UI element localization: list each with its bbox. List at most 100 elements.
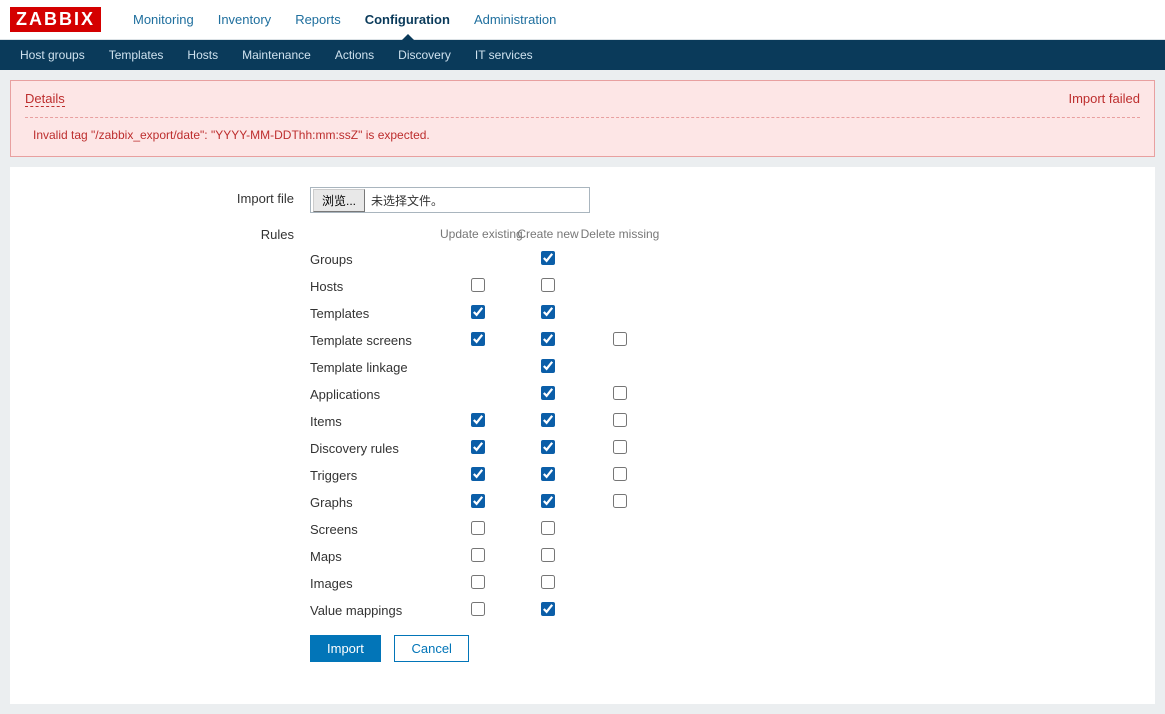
checkbox-discovery-rules-delete[interactable]	[613, 440, 627, 454]
file-input[interactable]: 浏览... 未选择文件。	[310, 187, 590, 213]
rules-header: Delete missing	[580, 227, 660, 241]
rules-header: Create new	[516, 227, 580, 241]
rules-cell	[516, 278, 580, 295]
rules-cell	[516, 575, 580, 592]
file-none-text: 未选择文件。	[367, 192, 443, 209]
checkbox-discovery-rules-create[interactable]	[541, 440, 555, 454]
rules-cell	[440, 413, 516, 430]
message-title[interactable]: Details	[25, 91, 65, 107]
subnav-item-host-groups[interactable]: Host groups	[8, 40, 97, 70]
button-row: Import Cancel	[310, 635, 660, 662]
checkbox-templates-create[interactable]	[541, 305, 555, 319]
rules-cell	[440, 548, 516, 565]
rules-cell	[516, 413, 580, 430]
checkbox-applications-delete[interactable]	[613, 386, 627, 400]
rules-row-label: Template linkage	[310, 360, 440, 375]
subnav-item-discovery[interactable]: Discovery	[386, 40, 463, 70]
checkbox-value-mappings-update[interactable]	[471, 602, 485, 616]
rules-row-label: Triggers	[310, 468, 440, 483]
subnav-item-templates[interactable]: Templates	[97, 40, 176, 70]
topnav-item-monitoring[interactable]: Monitoring	[121, 0, 206, 40]
rules-row-label: Groups	[310, 252, 440, 267]
checkbox-template-screens-create[interactable]	[541, 332, 555, 346]
rules-cell	[516, 494, 580, 511]
checkbox-triggers-update[interactable]	[471, 467, 485, 481]
checkbox-graphs-create[interactable]	[541, 494, 555, 508]
rules-cell	[516, 602, 580, 619]
checkbox-hosts-create[interactable]	[541, 278, 555, 292]
checkbox-screens-update[interactable]	[471, 521, 485, 535]
rules-cell	[516, 305, 580, 322]
rules-cell	[580, 386, 660, 403]
message-status: Import failed	[1068, 91, 1140, 106]
checkbox-triggers-delete[interactable]	[613, 467, 627, 481]
checkbox-template-linkage-create[interactable]	[541, 359, 555, 373]
message-box: Details Import failed Invalid tag "/zabb…	[10, 80, 1155, 157]
rules-cell	[440, 440, 516, 457]
topnav-item-inventory[interactable]: Inventory	[206, 0, 283, 40]
rules-row-label: Images	[310, 576, 440, 591]
checkbox-template-screens-delete[interactable]	[613, 332, 627, 346]
checkbox-triggers-create[interactable]	[541, 467, 555, 481]
checkbox-items-delete[interactable]	[613, 413, 627, 427]
rules-cell	[516, 548, 580, 565]
topnav-item-reports[interactable]: Reports	[283, 0, 353, 40]
field-import-file: 浏览... 未选择文件。	[310, 187, 590, 213]
message-detail: Invalid tag "/zabbix_export/date": "YYYY…	[25, 128, 1140, 142]
rules-cell	[440, 521, 516, 538]
subnav-item-actions[interactable]: Actions	[323, 40, 386, 70]
label-import-file: Import file	[30, 187, 310, 206]
checkbox-template-screens-update[interactable]	[471, 332, 485, 346]
checkbox-items-update[interactable]	[471, 413, 485, 427]
checkbox-items-create[interactable]	[541, 413, 555, 427]
topnav-item-configuration[interactable]: Configuration	[353, 0, 462, 40]
rules-cell	[580, 332, 660, 349]
rules-cell	[440, 305, 516, 322]
rules-row-label: Applications	[310, 387, 440, 402]
subnav-item-maintenance[interactable]: Maintenance	[230, 40, 323, 70]
rules-cell	[440, 278, 516, 295]
checkbox-maps-create[interactable]	[541, 548, 555, 562]
cancel-button[interactable]: Cancel	[394, 635, 468, 662]
subnav-item-it-services[interactable]: IT services	[463, 40, 545, 70]
label-rules: Rules	[30, 227, 310, 242]
field-rules: Update existingCreate newDelete missingG…	[310, 227, 660, 662]
topnav-item-administration[interactable]: Administration	[462, 0, 568, 40]
subnav-item-hosts[interactable]: Hosts	[175, 40, 230, 70]
row-import-file: Import file 浏览... 未选择文件。	[30, 187, 1135, 213]
checkbox-value-mappings-create[interactable]	[541, 602, 555, 616]
rules-cell	[580, 494, 660, 511]
import-button[interactable]: Import	[310, 635, 381, 662]
row-rules: Rules Update existingCreate newDelete mi…	[30, 227, 1135, 662]
rules-grid: Update existingCreate newDelete missingG…	[310, 227, 660, 619]
rules-cell	[580, 467, 660, 484]
rules-cell	[516, 251, 580, 268]
logo[interactable]: ZABBIX	[10, 7, 101, 32]
rules-row-label: Hosts	[310, 279, 440, 294]
checkbox-templates-update[interactable]	[471, 305, 485, 319]
rules-cell	[516, 467, 580, 484]
checkbox-graphs-update[interactable]	[471, 494, 485, 508]
rules-row-label: Graphs	[310, 495, 440, 510]
rules-row-label: Discovery rules	[310, 441, 440, 456]
checkbox-applications-create[interactable]	[541, 386, 555, 400]
checkbox-groups-create[interactable]	[541, 251, 555, 265]
checkbox-images-update[interactable]	[471, 575, 485, 589]
checkbox-hosts-update[interactable]	[471, 278, 485, 292]
checkbox-screens-create[interactable]	[541, 521, 555, 535]
browse-button[interactable]: 浏览...	[313, 189, 365, 212]
rules-cell	[516, 440, 580, 457]
message-divider	[25, 117, 1140, 118]
rules-cell	[440, 602, 516, 619]
rules-cell	[516, 332, 580, 349]
checkbox-discovery-rules-update[interactable]	[471, 440, 485, 454]
checkbox-graphs-delete[interactable]	[613, 494, 627, 508]
rules-cell	[440, 332, 516, 349]
rules-row-label: Value mappings	[310, 603, 440, 618]
rules-cell	[440, 494, 516, 511]
rules-row-label: Templates	[310, 306, 440, 321]
checkbox-maps-update[interactable]	[471, 548, 485, 562]
checkbox-images-create[interactable]	[541, 575, 555, 589]
rules-cell	[440, 467, 516, 484]
rules-row-label: Maps	[310, 549, 440, 564]
